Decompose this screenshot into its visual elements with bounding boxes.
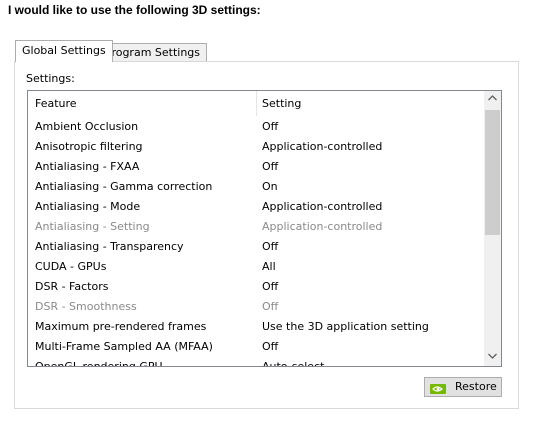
row-setting: Use the 3D application setting	[262, 320, 429, 333]
row-feature: Antialiasing - Gamma correction	[35, 180, 213, 193]
row-feature: Antialiasing - Transparency	[35, 240, 184, 253]
row-setting: Off	[262, 240, 279, 253]
settings-row[interactable]: Maximum pre-rendered frames Use the 3D ap…	[28, 317, 485, 337]
restore-button-label: Restore	[455, 380, 497, 393]
row-setting: On	[262, 180, 278, 193]
settings-row[interactable]: Ambient Occlusion Off	[28, 117, 485, 137]
chevron-up-icon[interactable]	[484, 91, 501, 108]
settings-row[interactable]: Multi-Frame Sampled AA (MFAA) Off	[28, 337, 485, 357]
page-heading: I would like to use the following 3D set…	[8, 3, 261, 17]
tab-program-settings[interactable]: Program Settings	[98, 43, 208, 63]
column-header-setting[interactable]: Setting	[257, 91, 484, 116]
tab-global-settings[interactable]: Global Settings	[15, 40, 113, 62]
row-setting: Off	[262, 160, 279, 173]
row-setting: Application-controlled	[262, 220, 383, 233]
row-setting: Application-controlled	[262, 200, 383, 213]
settings-row[interactable]: Antialiasing - FXAA Off	[28, 157, 485, 177]
row-feature: Antialiasing - FXAA	[35, 160, 140, 173]
row-feature: Ambient Occlusion	[35, 120, 139, 133]
settings-row[interactable]: Anisotropic filtering Application-control…	[28, 137, 485, 157]
settings-row[interactable]: Antialiasing - Setting Application-contro…	[28, 217, 485, 237]
vertical-scrollbar[interactable]	[484, 91, 501, 366]
row-setting: Auto-select	[262, 360, 325, 367]
scrollbar-thumb[interactable]	[485, 110, 500, 235]
row-feature: Antialiasing - Mode	[35, 200, 141, 213]
settings-rows: Ambient Occlusion Off Anisotropic filterin…	[28, 117, 485, 367]
row-setting: Off	[262, 280, 279, 293]
settings-row[interactable]: DSR - Factors Off	[28, 277, 485, 297]
row-feature: CUDA - GPUs	[35, 260, 107, 273]
row-feature: Anisotropic filtering	[35, 140, 143, 153]
settings-row[interactable]: Antialiasing - Transparency Off	[28, 237, 485, 257]
settings-row[interactable]: Antialiasing - Mode Application-controlle…	[28, 197, 485, 217]
row-setting: Off	[262, 300, 279, 313]
row-feature: DSR - Smoothness	[35, 300, 137, 313]
settings-label: Settings:	[26, 72, 75, 85]
row-feature: Multi-Frame Sampled AA (MFAA)	[35, 340, 213, 353]
row-setting: All	[262, 260, 276, 273]
row-setting: Off	[262, 120, 279, 133]
row-setting: Off	[262, 340, 279, 353]
settings-row[interactable]: Antialiasing - Gamma correction On	[28, 177, 485, 197]
row-feature: OpenGL rendering GPU	[35, 360, 163, 367]
settings-list[interactable]: Feature Setting Ambient Occlusion Off Anis…	[27, 90, 502, 367]
row-feature: DSR - Factors	[35, 280, 109, 293]
nvidia-logo-icon	[430, 382, 446, 394]
row-setting: Application-controlled	[262, 140, 383, 153]
settings-row[interactable]: CUDA - GPUs All	[28, 257, 485, 277]
chevron-down-icon[interactable]	[484, 349, 501, 366]
restore-button[interactable]: Restore	[424, 377, 502, 397]
settings-row[interactable]: OpenGL rendering GPU Auto-select	[28, 357, 485, 367]
row-feature: Maximum pre-rendered frames	[35, 320, 207, 333]
column-header-feature[interactable]: Feature	[28, 91, 257, 116]
row-feature: Antialiasing - Setting	[35, 220, 150, 233]
settings-row[interactable]: DSR - Smoothness Off	[28, 297, 485, 317]
